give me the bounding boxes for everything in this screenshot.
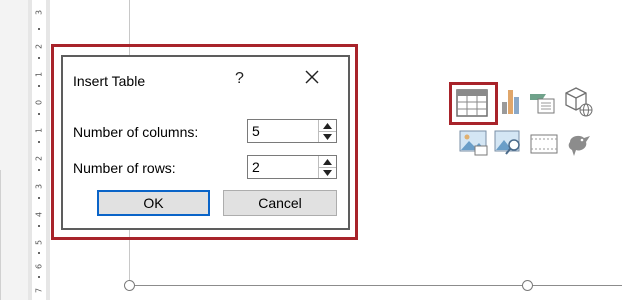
resize-handle-bottom-mid[interactable] <box>522 280 533 291</box>
close-icon <box>305 70 319 84</box>
ruler-label: 1 <box>34 127 44 134</box>
chart-icon[interactable] <box>500 88 522 121</box>
rows-stepper[interactable] <box>247 155 337 179</box>
rows-label: Number of rows: <box>73 160 176 176</box>
columns-stepper[interactable] <box>247 119 337 143</box>
picture-icon[interactable] <box>459 128 489 161</box>
cancel-button[interactable]: Cancel <box>223 190 337 216</box>
ruler-tick <box>38 197 40 199</box>
ruler-tick <box>38 225 40 227</box>
dialog-title: Insert Table <box>73 73 146 89</box>
ruler-lower-margin <box>0 170 21 300</box>
ruler-tick <box>38 85 40 87</box>
ruler-label: 2 <box>34 43 44 50</box>
caret-up-icon <box>323 122 332 129</box>
ruler-label: 2 <box>34 155 44 162</box>
columns-input[interactable] <box>248 120 312 142</box>
placeholder-bottom-edge <box>129 285 622 286</box>
caret-down-icon <box>323 169 332 176</box>
ruler-tick <box>38 141 40 143</box>
ruler-label: 4 <box>34 211 44 218</box>
video-icon[interactable] <box>530 133 558 160</box>
ruler-label: 3 <box>34 9 44 16</box>
caret-up-icon <box>323 158 332 165</box>
ruler-tick <box>38 28 40 30</box>
columns-label: Number of columns: <box>73 124 199 140</box>
ruler-label: 0 <box>34 99 44 106</box>
smartart-icon[interactable] <box>528 88 556 121</box>
icons-icon[interactable] <box>566 130 592 163</box>
rows-input[interactable] <box>248 156 312 178</box>
close-button[interactable] <box>301 66 323 88</box>
rows-decrement-button[interactable] <box>319 167 336 178</box>
columns-spin-arrows <box>318 120 336 142</box>
ruler-tick <box>38 169 40 171</box>
3d-model-icon[interactable] <box>564 86 594 123</box>
insert-table-dialog: Insert Table ? Number of columns: Number… <box>61 55 350 230</box>
online-picture-icon[interactable] <box>494 128 524 161</box>
ok-button[interactable]: OK <box>97 190 210 216</box>
help-button[interactable]: ? <box>235 70 244 88</box>
columns-decrement-button[interactable] <box>319 131 336 142</box>
ruler-tick <box>38 252 40 254</box>
ruler-tick <box>38 57 40 59</box>
ruler-tick <box>38 113 40 115</box>
ruler-label: 3 <box>34 183 44 190</box>
caret-down-icon <box>323 133 332 140</box>
ruler-label: 1 <box>34 71 44 78</box>
table-icon-highlight <box>449 82 498 125</box>
resize-handle-bottom-left[interactable] <box>124 280 135 291</box>
ruler-label: 7 <box>34 287 44 294</box>
rows-spin-arrows <box>318 156 336 178</box>
ruler-label: 6 <box>34 263 44 270</box>
ruler-tick <box>38 276 40 278</box>
ruler-label: 5 <box>34 239 44 246</box>
